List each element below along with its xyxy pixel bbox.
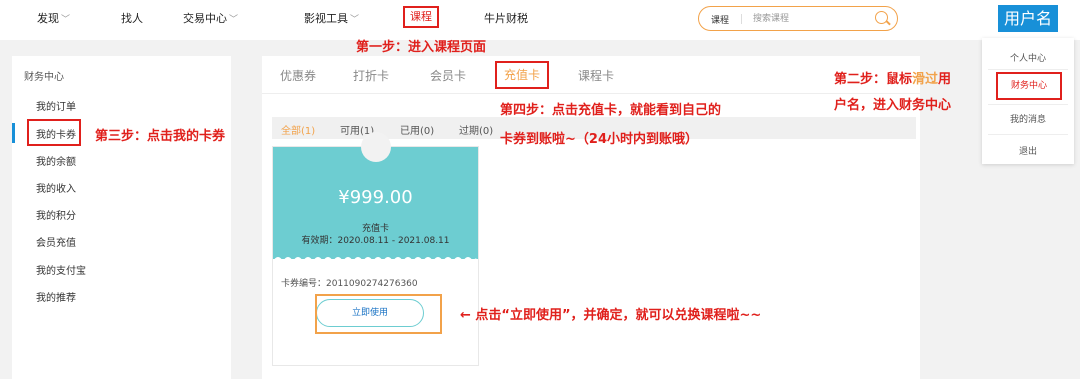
annotation-step-3: 第三步：点击我的卡券 bbox=[95, 129, 226, 144]
username-button[interactable]: 用户名 bbox=[998, 5, 1058, 32]
annotation-step-2-line-2: 户名，进入财务中心 bbox=[834, 98, 952, 113]
nav-item-find-people[interactable]: 找人 bbox=[121, 10, 143, 26]
card-notch bbox=[361, 132, 391, 162]
annotation-highlight-word: 滑过 bbox=[912, 72, 939, 87]
search-box: 课程 bbox=[698, 6, 898, 31]
menu-item-logout[interactable]: 退出 bbox=[982, 144, 1074, 157]
nav-item-video-tools[interactable]: 影视工具 ﹀ bbox=[304, 10, 359, 26]
annotation-step-1: 第一步：进入课程页面 bbox=[356, 40, 487, 55]
sidebar-title: 财务中心 bbox=[24, 72, 64, 83]
annotation-step-4-line-2: 卡券到账啦~（24小时内到账哦） bbox=[500, 132, 698, 147]
tab-coupon[interactable]: 优惠券 bbox=[280, 67, 316, 84]
menu-divider bbox=[988, 104, 1068, 105]
sidebar-item-my-points[interactable]: 我的积分 bbox=[36, 207, 76, 222]
tab-discount-card[interactable]: 打折卡 bbox=[353, 67, 389, 84]
menu-divider bbox=[988, 69, 1068, 70]
filter-used[interactable]: 已用(0) bbox=[400, 122, 434, 137]
sidebar-item-my-coupons[interactable]: 我的卡券 bbox=[36, 126, 76, 141]
nav-label: 牛片财税 bbox=[484, 12, 528, 25]
sidebar-item-my-orders[interactable]: 我的订单 bbox=[36, 98, 76, 113]
menu-divider bbox=[988, 134, 1068, 135]
finance-sidebar: 财务中心 我的订单 我的卡券 我的余额 我的收入 我的积分 会员充值 我的支付宝… bbox=[12, 56, 231, 379]
nav-label: 交易中心 bbox=[183, 12, 227, 25]
tab-course-card[interactable]: 课程卡 bbox=[578, 67, 614, 84]
nav-label: 找人 bbox=[121, 12, 143, 25]
sidebar-item-my-referrals[interactable]: 我的推荐 bbox=[36, 289, 76, 304]
card-face: ¥999.00 充值卡 有效期：2020.08.11 - 2021.08.11 bbox=[273, 132, 478, 261]
menu-item-personal-center[interactable]: 个人中心 bbox=[982, 51, 1074, 64]
nav-label: 发现 bbox=[37, 12, 59, 25]
top-navigation-bar: 发现﹀ 找人 交易中心﹀ 影视工具﹀ 课程 牛片财税 课程 用户名 bbox=[0, 0, 1080, 40]
filter-all[interactable]: 全部(1) bbox=[281, 122, 315, 137]
user-dropdown-menu: 个人中心 财务中心 我的消息 退出 bbox=[982, 38, 1074, 164]
annotation-step-5: ← 点击“立即使用”，并确定，就可以兑换课程啦~~ bbox=[460, 308, 762, 323]
nav-item-finance-tax[interactable]: 牛片财税 bbox=[484, 10, 528, 26]
annotation-text: 第二步：鼠标 bbox=[834, 72, 913, 87]
sidebar-item-my-balance[interactable]: 我的余额 bbox=[36, 153, 76, 168]
menu-item-finance-center[interactable]: 财务中心 bbox=[996, 72, 1062, 100]
annotation-step-4-line-1: 第四步：点击充值卡，就能看到自己的 bbox=[500, 103, 722, 118]
highlight-box-use-now bbox=[315, 294, 442, 334]
nav-label: 影视工具 bbox=[304, 12, 348, 25]
tab-membership-card[interactable]: 会员卡 bbox=[430, 67, 466, 84]
card-scalloped-edge bbox=[273, 257, 478, 261]
card-validity: 有效期：2020.08.11 - 2021.08.11 bbox=[301, 236, 450, 246]
sidebar-item-membership-recharge[interactable]: 会员充值 bbox=[36, 234, 76, 249]
card-amount: ¥999.00 bbox=[338, 187, 413, 208]
search-category-select[interactable]: 课程 bbox=[711, 13, 729, 26]
sidebar-item-my-alipay[interactable]: 我的支付宝 bbox=[36, 262, 86, 277]
menu-item-my-messages[interactable]: 我的消息 bbox=[982, 112, 1074, 125]
filter-expired[interactable]: 过期(0) bbox=[459, 122, 493, 137]
search-input[interactable] bbox=[753, 11, 863, 27]
nav-item-trade-center[interactable]: 交易中心 ﹀ bbox=[183, 10, 238, 26]
annotation-text: 用 bbox=[938, 72, 952, 87]
sidebar-item-my-income[interactable]: 我的收入 bbox=[36, 180, 76, 195]
active-indicator bbox=[12, 123, 15, 143]
nav-item-discover[interactable]: 发现 ﹀ bbox=[37, 10, 70, 26]
chevron-down-icon: ﹀ bbox=[61, 15, 71, 25]
tab-recharge-card[interactable]: 充值卡 bbox=[495, 61, 549, 89]
chevron-down-icon: ﹀ bbox=[229, 15, 239, 25]
search-icon[interactable] bbox=[875, 11, 888, 24]
nav-item-course[interactable]: 课程 bbox=[403, 6, 439, 28]
card-number: 卡券编号：2011090274276360 bbox=[281, 279, 418, 289]
coupon-tabs: 优惠券 打折卡 会员卡 充值卡 课程卡 bbox=[262, 56, 920, 94]
chevron-down-icon: ﹀ bbox=[350, 15, 360, 25]
annotation-step-2-line-1: 第二步：鼠标滑过用 bbox=[834, 68, 951, 87]
search-divider bbox=[741, 14, 742, 24]
